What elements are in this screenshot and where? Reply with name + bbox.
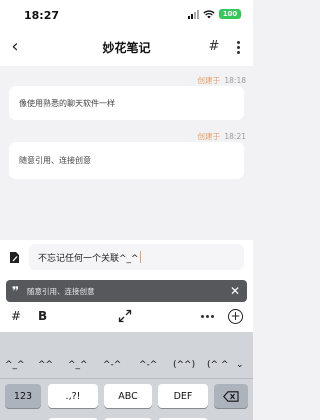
status-icons: 100 (188, 9, 241, 19)
status-bar: 18:27 100 (0, 0, 253, 28)
emoticon-suggestion[interactable]: ^-^ (103, 360, 121, 370)
note-meta: 创建于 18:21 (197, 131, 246, 142)
quote-text: 随意引用、连接创意 (27, 287, 95, 296)
abc-key[interactable]: ABC (104, 384, 152, 408)
note-input-text: 不忘记任何一个关联^_^ (38, 253, 139, 264)
chevron-down-icon[interactable]: ⌄ (236, 360, 244, 370)
more-horizontal-icon[interactable] (201, 315, 214, 318)
nav-bar: ‹ 妙花笔记 # (0, 28, 253, 66)
battery-level: 100 (222, 10, 238, 18)
note-input[interactable]: 不忘记任何一个关联^_^ (29, 244, 244, 270)
add-circle-icon[interactable]: + (228, 309, 243, 324)
cellular-signal-icon (188, 9, 199, 19)
key-label: DEF (173, 390, 193, 402)
quote-bar: ❞ 随意引用、连接创意 ✕ (6, 280, 247, 302)
battery-icon: 100 (219, 9, 241, 19)
note-content: 像使用熟悉的聊天软件一样 (19, 98, 115, 108)
note-time: 18:21 (224, 132, 246, 141)
compose-note-icon[interactable] (9, 251, 20, 264)
bold-icon[interactable]: B (38, 309, 47, 323)
emoticon-suggestions: ^_^ ^^ ^_^ ^-^ ^-^ (^^) (^ ^ ⌄ (0, 356, 253, 379)
emoticon-suggestion[interactable]: ^_^ (68, 360, 88, 370)
divider (0, 378, 253, 379)
emoticon-suggestion[interactable]: (^ ^ (207, 360, 228, 370)
def-key[interactable]: DEF (158, 384, 208, 408)
tag-hashtag-icon[interactable]: # (11, 309, 21, 323)
close-quote-icon[interactable]: ✕ (227, 283, 243, 299)
expand-icon[interactable] (118, 309, 132, 323)
format-toolbar: # B + (0, 302, 253, 332)
quote-icon: ❞ (12, 284, 20, 298)
more-vertical-icon[interactable] (232, 38, 244, 56)
key-label: .,?! (65, 390, 81, 402)
punctuation-key[interactable]: .,?! (48, 384, 98, 408)
text-caret (139, 251, 141, 263)
status-time: 18:27 (24, 9, 60, 22)
note-card[interactable]: 像使用熟悉的聊天软件一样 (9, 86, 244, 120)
backspace-icon (223, 390, 239, 402)
created-label: 创建于 (197, 76, 220, 85)
wifi-icon (203, 9, 215, 18)
key-label: 123 (13, 390, 33, 402)
note-card[interactable]: 随意引用、连接创意 (9, 142, 244, 179)
delete-key[interactable] (214, 384, 248, 408)
note-meta: 创建于 18:18 (197, 75, 246, 86)
numbers-key[interactable]: 123 (5, 384, 41, 408)
emoticon-suggestion[interactable]: ^^ (38, 360, 53, 370)
note-time: 18:18 (224, 76, 246, 85)
key-label: ABC (118, 390, 138, 402)
created-label: 创建于 (197, 132, 220, 141)
emoticon-suggestion[interactable]: (^^) (173, 360, 195, 370)
emoticon-suggestion[interactable]: ^-^ (139, 360, 157, 370)
note-content: 随意引用、连接创意 (19, 156, 91, 165)
hashtag-icon[interactable]: # (206, 38, 222, 56)
emoticon-suggestion[interactable]: ^_^ (5, 360, 25, 370)
keyboard: ^_^ ^^ ^_^ ^-^ ^-^ (^^) (^ ^ ⌄ 123 .,?! … (0, 332, 253, 420)
